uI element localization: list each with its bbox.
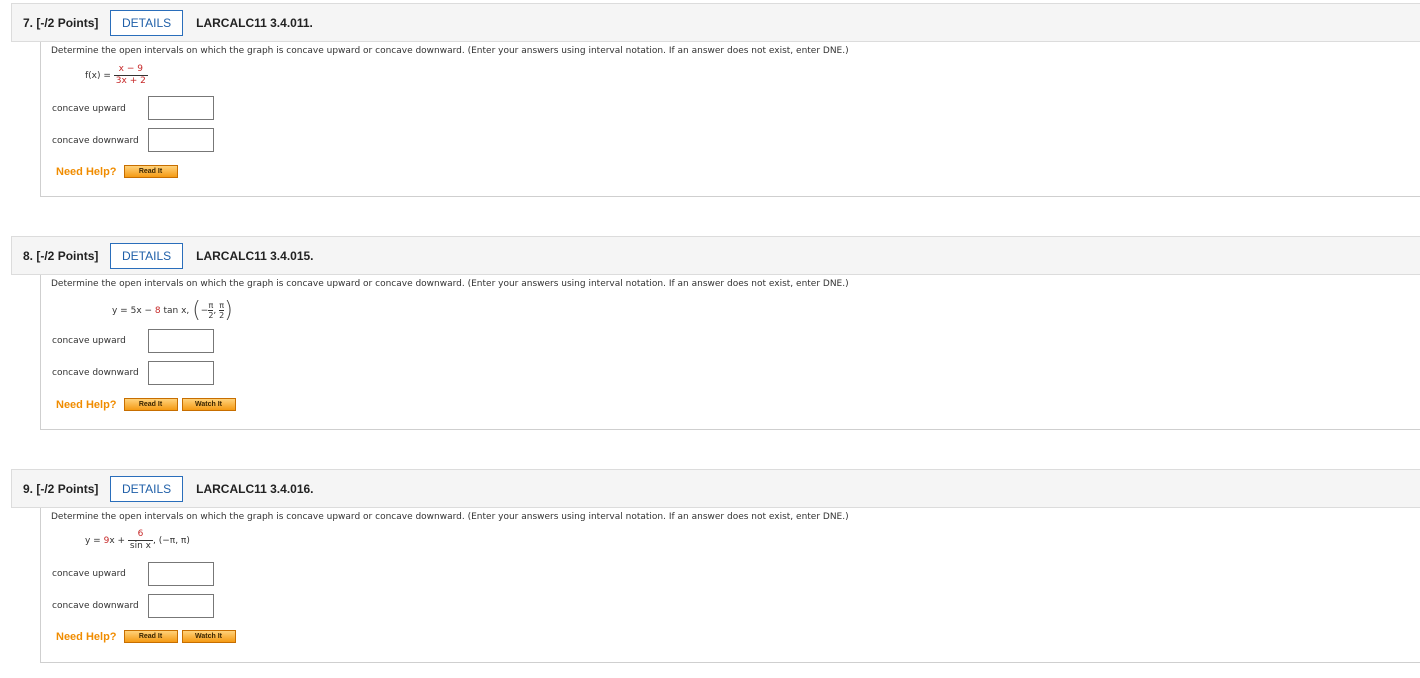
concave-downward-label: concave downward [52,601,139,611]
question-points: 7. [-/2 Points] [23,15,99,30]
concave-downward-label: concave downward [52,136,139,146]
question-header: 8. [-/2 Points] DETAILS LARCALC11 3.4.01… [11,236,1420,275]
need-help-row: Need Help? Read It Watch It [56,630,240,643]
watch-it-button[interactable]: Watch It [181,398,236,411]
concave-upward-input[interactable] [148,96,214,120]
read-it-button[interactable]: Read It [123,630,178,643]
concave-downward-label: concave downward [52,368,139,378]
question-7: 7. [-/2 Points] DETAILS LARCALC11 3.4.01… [11,3,1420,197]
need-help-row: Need Help? Read It [56,165,182,178]
function-formula: y = 5x − 8 tan x, (− π 2, π 2) [112,298,233,323]
concave-upward-input[interactable] [148,562,214,586]
question-body: Determine the open intervals on which th… [40,42,1420,197]
concave-upward-label: concave upward [52,569,126,579]
concave-upward-label: concave upward [52,336,126,346]
need-help-label: Need Help? [56,630,117,643]
read-it-button[interactable]: Read It [123,398,178,411]
question-body: Determine the open intervals on which th… [40,275,1420,430]
question-code: LARCALC11 3.4.011. [196,15,313,30]
function-formula: f(x) = x − 9 3x + 2 [85,64,148,86]
details-button[interactable]: DETAILS [110,9,184,36]
question-9: 9. [-/2 Points] DETAILS LARCALC11 3.4.01… [11,469,1420,663]
watch-it-button[interactable]: Watch It [181,630,236,643]
concave-downward-input[interactable] [148,361,214,385]
read-it-button[interactable]: Read It [123,165,178,178]
question-prompt: Determine the open intervals on which th… [51,512,849,522]
question-code: LARCALC11 3.4.015. [196,248,314,263]
question-8: 8. [-/2 Points] DETAILS LARCALC11 3.4.01… [11,236,1420,430]
concave-downward-input[interactable] [148,128,214,152]
question-points: 9. [-/2 Points] [23,481,99,496]
need-help-label: Need Help? [56,398,117,411]
question-prompt: Determine the open intervals on which th… [51,46,849,56]
question-prompt: Determine the open intervals on which th… [51,279,849,289]
question-points: 8. [-/2 Points] [23,248,99,263]
function-formula: y = 9x + 6 sin x, (−π, π) [85,529,190,551]
question-header: 9. [-/2 Points] DETAILS LARCALC11 3.4.01… [11,469,1420,508]
need-help-row: Need Help? Read It Watch It [56,398,240,411]
concave-downward-input[interactable] [148,594,214,618]
question-body: Determine the open intervals on which th… [40,508,1420,663]
details-button[interactable]: DETAILS [110,242,184,269]
concave-upward-input[interactable] [148,329,214,353]
question-code: LARCALC11 3.4.016. [196,481,314,496]
concave-upward-label: concave upward [52,104,126,114]
need-help-label: Need Help? [56,165,117,178]
details-button[interactable]: DETAILS [110,475,184,502]
question-header: 7. [-/2 Points] DETAILS LARCALC11 3.4.01… [11,3,1420,42]
